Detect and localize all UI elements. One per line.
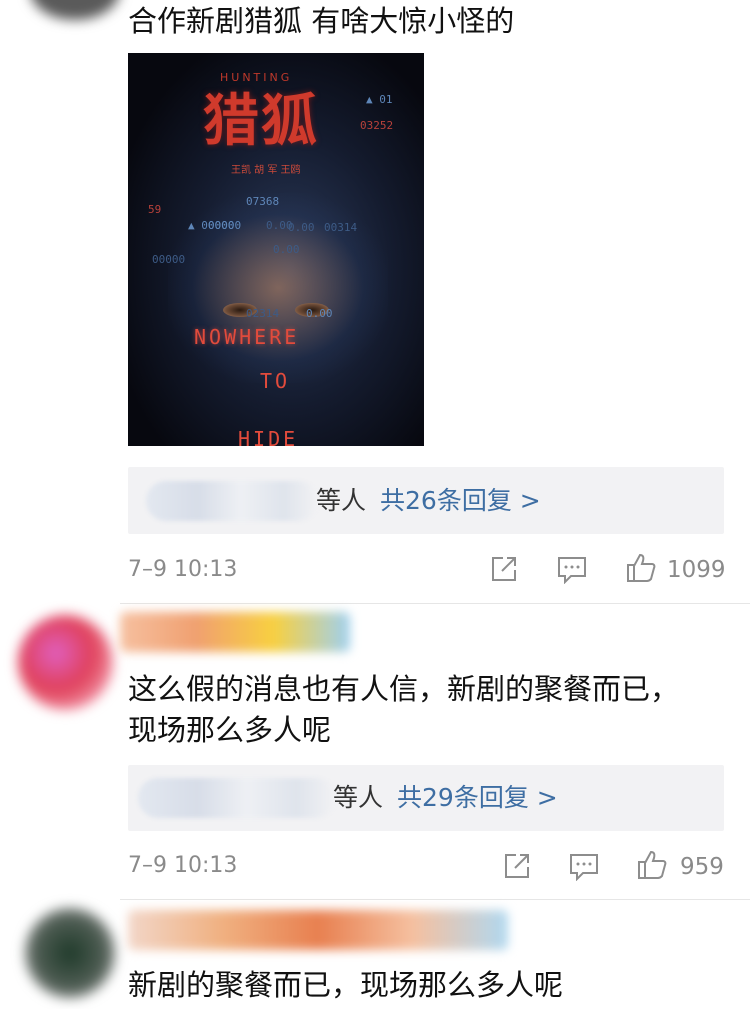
comment-text: 合作新剧猎狐 有啥大惊小怪的 <box>128 4 515 38</box>
poster-tagline: NOWHERE <box>194 325 300 349</box>
poster-ticker: 00314 <box>324 221 358 234</box>
avatar[interactable] <box>18 615 113 710</box>
username-blurred[interactable] <box>120 612 350 652</box>
comment-time: 7–9 10:13 <box>128 853 238 878</box>
thumbs-up-icon[interactable] <box>625 552 657 584</box>
poster-tagline: TO <box>260 369 291 393</box>
poster-ticker: 03252 <box>360 119 394 132</box>
replies-count-link[interactable]: 共26条回复 > <box>380 486 541 515</box>
poster-series-label: HUNTING <box>220 71 293 84</box>
poster-ticker: ▲ 00000 <box>188 219 235 232</box>
poster-cast: 王凯 胡 军 王鸥 <box>231 165 301 176</box>
poster-ticker: 02314 <box>246 307 280 320</box>
avatar[interactable] <box>25 908 115 998</box>
comment-text: 新剧的聚餐而已，现场那么多人呢 <box>128 968 564 1002</box>
comment-icon[interactable] <box>557 556 587 584</box>
divider <box>120 603 750 604</box>
poster-ticker: 00000 <box>152 253 186 266</box>
comment-time: 7–9 10:13 <box>128 557 238 582</box>
poster-ticker: 0.00 <box>273 243 300 256</box>
poster-ticker: 0.00 <box>306 307 333 320</box>
divider <box>120 899 750 900</box>
replier-names-blurred <box>138 778 336 818</box>
like-count: 959 <box>680 854 724 880</box>
comment-text-line-1: 这么假的消息也有人信，新剧的聚餐而已， <box>128 672 680 706</box>
username-blurred[interactable] <box>128 910 508 950</box>
poster-ticker: 59 <box>148 203 162 216</box>
replies-count-link[interactable]: 共29条回复 > <box>397 783 558 812</box>
replies-who: 等人 <box>333 783 384 812</box>
replies-box[interactable]: 等人 共29条回复 > <box>128 765 724 831</box>
replier-names-blurred <box>146 481 318 521</box>
poster-ticker: 0.00 <box>266 219 293 232</box>
comment-text-line-2: 现场那么多人呢 <box>128 713 332 747</box>
share-icon[interactable] <box>503 852 531 880</box>
poster-tagline: HIDE <box>238 427 299 446</box>
poster-title: 猎狐 <box>203 88 319 154</box>
thumbs-up-icon[interactable] <box>636 849 668 881</box>
attached-image-poster[interactable]: HUNTING 猎狐 王凯 胡 军 王鸥 ▲ 01 03252 07368 0.… <box>128 53 424 446</box>
replies-box[interactable]: 等人 共26条回复 > <box>128 467 724 534</box>
avatar[interactable] <box>30 0 120 20</box>
comment-icon[interactable] <box>569 853 599 881</box>
like-count: 1099 <box>667 557 726 583</box>
poster-ticker: 07368 <box>246 195 280 208</box>
share-icon[interactable] <box>490 555 518 583</box>
poster-ticker: ▲ 01 <box>366 93 393 106</box>
replies-who: 等人 <box>316 486 367 515</box>
